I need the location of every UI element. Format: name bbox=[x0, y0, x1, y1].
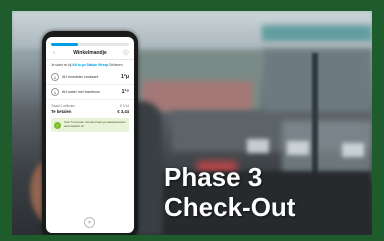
promo-text: Voor 5 minuten niemand aan je kassa/scan… bbox=[64, 120, 126, 129]
store-info-store: AH to go Station Weesp bbox=[72, 63, 109, 67]
item-name: AH water met framboos bbox=[62, 90, 100, 95]
caption-line-1: Phase 3 bbox=[164, 162, 263, 192]
subtotal-label: Totaal 2 artikelen bbox=[51, 104, 76, 109]
cart-title: Winkelmandje bbox=[73, 49, 107, 56]
promo-banner[interactable]: ✓ Voor 5 minuten niemand aan je kassa/sc… bbox=[51, 118, 129, 132]
checkout-screen bbox=[287, 141, 309, 155]
item-price: 1²µ bbox=[120, 74, 129, 81]
total-label: Te betalen bbox=[51, 109, 72, 115]
item-price: 1¹⁹ bbox=[121, 89, 129, 96]
info-icon[interactable]: ⓘ bbox=[123, 49, 129, 56]
close-button[interactable]: × bbox=[84, 217, 95, 228]
total-row: Te betalen € 3,44 bbox=[51, 109, 129, 114]
cart-header: ‹ Winkelmandje ⓘ bbox=[46, 46, 134, 60]
item-quantity[interactable]: 1 bbox=[51, 88, 59, 97]
shelf-blur-products bbox=[142, 81, 252, 111]
store-info-suffix: Selhaven bbox=[109, 63, 123, 67]
cart-summary: Totaal 2 artikelen € 3,44 Te betalen € 3… bbox=[46, 100, 134, 114]
leaf-icon: ✓ bbox=[54, 121, 61, 129]
cart-item[interactable]: 1 AH water met framboos 1¹⁹ bbox=[46, 85, 134, 101]
phone-screen: ‹ Winkelmandje ⓘ Je scant nu bij AH to g… bbox=[46, 37, 134, 233]
close-icon: × bbox=[88, 219, 91, 226]
item-name: AH mondster croissant bbox=[62, 75, 99, 80]
subtotal-value: € 3,44 bbox=[120, 104, 129, 109]
total-value: € 3,44 bbox=[117, 109, 129, 115]
phase-caption: Phase 3 Check-Out bbox=[164, 162, 295, 222]
store-sign bbox=[262, 25, 372, 41]
store-info-prefix: Je scant nu bij bbox=[51, 63, 72, 67]
store-info: Je scant nu bij AH to go Station Weesp S… bbox=[46, 60, 134, 70]
caption-line-2: Check-Out bbox=[164, 192, 296, 222]
checkout-screen bbox=[342, 143, 364, 157]
subtotal-row: Totaal 2 artikelen € 3,44 bbox=[51, 104, 129, 108]
checkout-screen bbox=[247, 139, 269, 153]
item-quantity[interactable]: 1 bbox=[51, 73, 59, 82]
cart-item[interactable]: 1 AH mondster croissant 1²µ bbox=[46, 70, 134, 86]
smartphone: ‹ Winkelmandje ⓘ Je scant nu bij AH to g… bbox=[42, 31, 138, 235]
